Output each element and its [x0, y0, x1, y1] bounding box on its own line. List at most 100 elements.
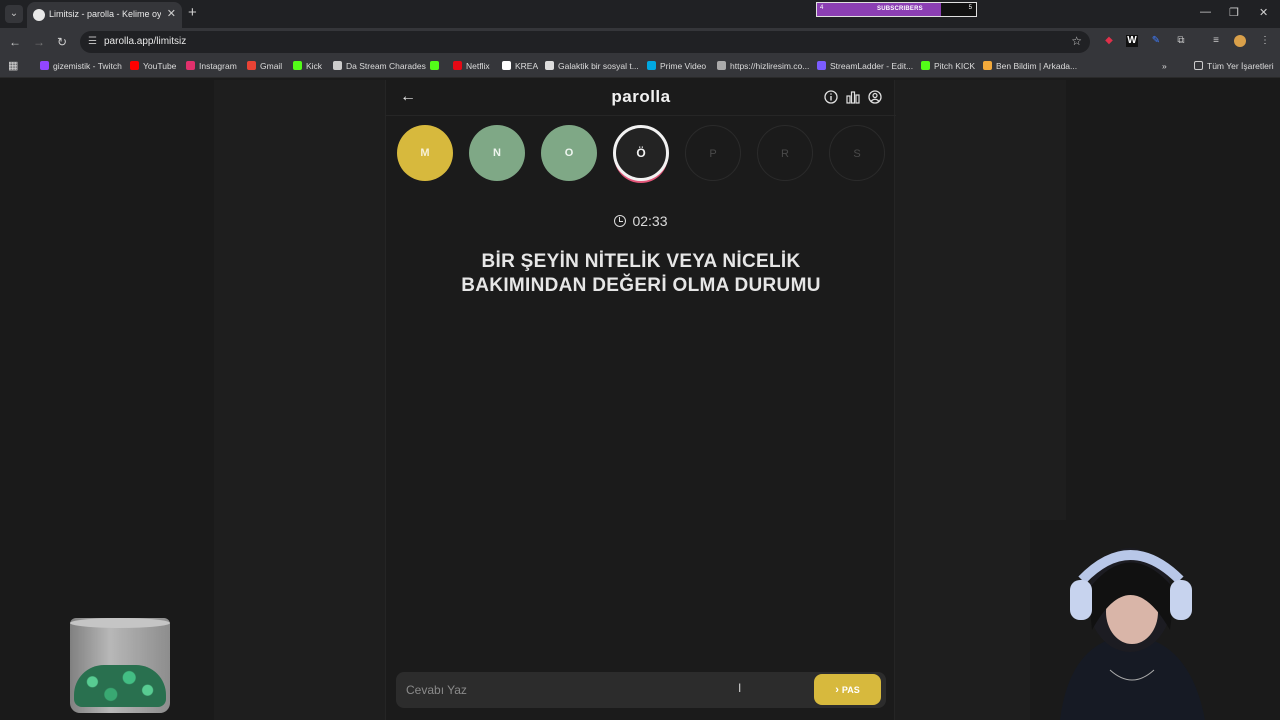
- bookmark-favicon-icon: [921, 61, 930, 70]
- pass-button-label: PAS: [841, 684, 860, 695]
- bookmark-item[interactable]: Instagram: [186, 61, 237, 71]
- bookmark-favicon-icon: [502, 61, 511, 70]
- text-cursor-icon: I: [738, 681, 742, 695]
- bookmark-label: Netflix: [466, 61, 490, 71]
- bookmark-item[interactable]: Prime Video: [647, 61, 706, 71]
- tab-bar: ⌄ Limitsiz - parolla - Kelime oyunu ✕ + …: [0, 0, 1280, 28]
- bookmark-item[interactable]: Kick: [293, 61, 322, 71]
- info-icon[interactable]: [824, 90, 838, 104]
- folder-icon: [1194, 61, 1203, 70]
- site-info-icon[interactable]: ☰: [88, 36, 97, 47]
- tab-title: Limitsiz - parolla - Kelime oyunu: [49, 9, 161, 19]
- bookmark-label: Ben Bildim | Arkada...: [996, 61, 1078, 71]
- bookmark-item[interactable]: KREA: [502, 61, 538, 71]
- reload-icon[interactable]: ↻: [57, 35, 67, 49]
- bookmark-item[interactable]: Ben Bildim | Arkada...: [983, 61, 1077, 71]
- bookmark-label: Prime Video: [660, 61, 707, 71]
- bookmark-favicon-icon: [647, 61, 656, 70]
- bookmark-label: https://hizliresim.co...: [730, 61, 810, 71]
- webcam-overlay: [1030, 520, 1230, 720]
- back-icon[interactable]: ←: [9, 35, 21, 49]
- bookmark-label: StreamLadder - Edit...: [830, 61, 914, 71]
- bookmark-label: Instagram: [199, 61, 237, 71]
- clock-icon: [614, 215, 627, 227]
- more-bookmarks-icon[interactable]: »: [1162, 61, 1167, 71]
- bookmark-item[interactable]: Galaktik bir sosyal t...: [545, 61, 639, 71]
- letter-pending: R: [757, 125, 813, 181]
- letter-completed: M: [397, 125, 453, 181]
- bookmark-label: Da Stream Charades: [346, 61, 426, 71]
- letter-completed: O: [541, 125, 597, 181]
- bookmark-label: YouTube: [143, 61, 177, 71]
- user-profile-icon[interactable]: [868, 90, 882, 104]
- url-text[interactable]: parolla.app/limitsiz: [104, 36, 186, 47]
- all-bookmarks-label: Tüm Yer İşaretleri: [1207, 61, 1274, 71]
- extension-red-icon[interactable]: ◆: [1103, 35, 1115, 47]
- bookmark-favicon-icon: [40, 61, 49, 70]
- bookmark-item[interactable]: https://hizliresim.co...: [717, 61, 809, 71]
- bookmark-favicon-icon: [247, 61, 256, 70]
- game-panel: ← parolla MNOÖPRS 02:33 BİR ŞEYİN NİTELİ…: [385, 80, 896, 720]
- bookmark-item[interactable]: YouTube: [130, 61, 176, 71]
- jar-lid: [70, 618, 170, 628]
- timer-value: 02:33: [632, 213, 668, 229]
- extensions-puzzle-icon[interactable]: ⧉: [1175, 35, 1187, 47]
- bookmark-favicon-icon: [453, 61, 462, 70]
- timer: 02:33: [386, 213, 896, 229]
- extension-blue-icon[interactable]: ✎: [1150, 35, 1162, 47]
- restore-icon[interactable]: ❐: [1229, 6, 1239, 19]
- letter-active: Ö: [613, 125, 669, 181]
- bookmark-item[interactable]: Gmail: [247, 61, 282, 71]
- extension-w-icon[interactable]: W: [1126, 35, 1138, 47]
- all-bookmarks-folder[interactable]: Tüm Yer İşaretleri: [1194, 61, 1274, 71]
- address-bar-row: ← → ↻ ☰ parolla.app/limitsiz ☆ ◆ W ✎ ⧉ ≡…: [0, 28, 1280, 56]
- letter-pending: S: [829, 125, 885, 181]
- bookmark-item[interactable]: Da Stream Charades: [333, 61, 426, 71]
- bookmarks-bar: ▦ » Tüm Yer İşaretleri gizemistik - Twit…: [0, 56, 1280, 78]
- active-tab[interactable]: Limitsiz - parolla - Kelime oyunu ✕: [27, 2, 182, 28]
- new-tab-button[interactable]: +: [188, 5, 197, 21]
- answer-input[interactable]: [396, 672, 806, 708]
- menu-kebab-icon[interactable]: ⋮: [1259, 35, 1271, 47]
- bookmark-label: gizemistik - Twitch: [53, 61, 122, 71]
- reading-list-icon[interactable]: ≡: [1210, 35, 1222, 47]
- forward-icon[interactable]: →: [33, 35, 45, 49]
- bookmark-item[interactable]: StreamLadder - Edit...: [817, 61, 913, 71]
- bookmark-favicon-icon: [430, 61, 439, 70]
- bookmark-favicon-icon: [717, 61, 726, 70]
- bookmark-item[interactable]: Pitch KICK: [921, 61, 975, 71]
- letter-pending: P: [685, 125, 741, 181]
- apps-grid-icon[interactable]: ▦: [8, 59, 18, 72]
- question-text: BİR ŞEYİN NİTELİK VEYA NİCELİK BAKIMINDA…: [461, 251, 821, 296]
- tab-search-button[interactable]: ⌄: [5, 5, 23, 23]
- close-tab-icon[interactable]: ✕: [167, 7, 176, 20]
- bookmark-favicon-icon: [130, 61, 139, 70]
- bookmark-label: Gmail: [260, 61, 283, 71]
- jar-overlay: [70, 618, 170, 713]
- bookmark-label: Kick: [306, 61, 323, 71]
- stats-chart-icon[interactable]: [846, 90, 860, 104]
- logo: parolla: [611, 87, 671, 106]
- profile-avatar[interactable]: [1234, 35, 1246, 47]
- bookmark-item[interactable]: [430, 61, 443, 71]
- subscriber-goal-end: 5: [968, 5, 972, 11]
- bookmark-item[interactable]: Netflix: [453, 61, 490, 71]
- bookmark-favicon-icon: [186, 61, 195, 70]
- game-header: ← parolla: [386, 80, 896, 116]
- bookmark-favicon-icon: [817, 61, 826, 70]
- close-window-icon[interactable]: ✕: [1259, 6, 1268, 19]
- bookmark-favicon-icon: [545, 61, 554, 70]
- bookmark-star-icon[interactable]: ☆: [1071, 34, 1082, 48]
- bookmark-label: Pitch KICK: [934, 61, 976, 71]
- jar-contents: [74, 665, 166, 707]
- bookmark-label: KREA: [515, 61, 539, 71]
- bookmark-item[interactable]: gizemistik - Twitch: [40, 61, 122, 71]
- subscriber-goal-start: 4: [820, 5, 824, 11]
- pass-button[interactable]: › PAS: [814, 674, 881, 705]
- minimize-icon[interactable]: —: [1200, 6, 1211, 18]
- omnibox[interactable]: ☰ parolla.app/limitsiz ☆: [80, 31, 1090, 53]
- bookmark-favicon-icon: [333, 61, 342, 70]
- parolla-favicon-icon: [33, 9, 45, 21]
- letter-completed: N: [469, 125, 525, 181]
- subscriber-goal-bar: 4 SUBSCRIBERS 5: [816, 2, 977, 17]
